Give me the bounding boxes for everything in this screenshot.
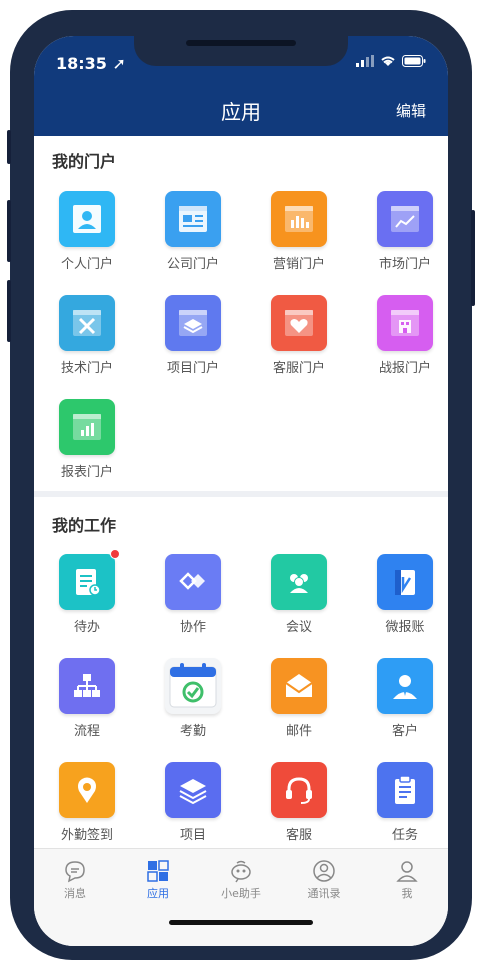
status-icons bbox=[356, 55, 426, 67]
portal-item-label: 市场门户 bbox=[378, 257, 431, 272]
work-item-meeting[interactable]: 会议 bbox=[254, 554, 344, 635]
section-divider bbox=[34, 491, 448, 497]
work-item-label: 客服 bbox=[285, 828, 312, 843]
tab-label: 通讯录 bbox=[307, 887, 341, 900]
line-chart-icon bbox=[377, 191, 433, 247]
portal-item-service[interactable]: 客服门户 bbox=[254, 295, 344, 376]
portal-item-reports[interactable]: 报表门户 bbox=[42, 399, 132, 480]
portal-item-market[interactable]: 市场门户 bbox=[360, 191, 448, 272]
tab-contacts[interactable]: 通讯录 bbox=[283, 857, 365, 901]
section-title-work: 我的工作 bbox=[52, 516, 117, 535]
bar-chart-icon bbox=[271, 191, 327, 247]
work-item-label: 项目 bbox=[179, 828, 206, 843]
tab-me[interactable]: 我 bbox=[366, 857, 448, 901]
tab-assistant[interactable]: 小e助手 bbox=[200, 857, 282, 901]
company-window-icon bbox=[165, 191, 221, 247]
headset-icon bbox=[271, 762, 327, 818]
meeting-people-icon bbox=[271, 554, 327, 610]
location-pin-icon bbox=[59, 762, 115, 818]
tab-apps[interactable]: 应用 bbox=[117, 857, 199, 901]
mute-switch bbox=[7, 130, 11, 164]
clipboard-icon bbox=[377, 762, 433, 818]
work-item-label: 待办 bbox=[73, 620, 100, 635]
status-time: 18:35 ➚ bbox=[56, 54, 126, 73]
work-item-mail[interactable]: 邮件 bbox=[254, 658, 344, 739]
tools-icon bbox=[59, 295, 115, 351]
customer-icon bbox=[377, 658, 433, 714]
report-chart-icon bbox=[59, 399, 115, 455]
work-item-label: 微报账 bbox=[385, 620, 425, 635]
mail-icon bbox=[271, 658, 327, 714]
work-item-label: 会议 bbox=[285, 620, 312, 635]
heart-icon bbox=[271, 295, 327, 351]
portal-item-project[interactable]: 项目门户 bbox=[148, 295, 238, 376]
signal-icon bbox=[356, 55, 374, 67]
tab-label: 应用 bbox=[147, 887, 169, 900]
power-button bbox=[471, 210, 475, 306]
work-item-label: 流程 bbox=[73, 724, 100, 739]
portal-item-label: 个人门户 bbox=[60, 257, 113, 272]
portal-item-marketing[interactable]: 营销门户 bbox=[254, 191, 344, 272]
work-item-label: 外勤签到 bbox=[60, 828, 113, 843]
work-item-label: 邮件 bbox=[285, 724, 312, 739]
contacts-icon bbox=[283, 857, 365, 885]
calendar-check-icon bbox=[165, 658, 221, 714]
bottom-tab-bar: 消息 应用 小e助手 通讯录 我 bbox=[34, 848, 448, 946]
portal-item-personal[interactable]: 个人门户 bbox=[42, 191, 132, 272]
todo-list-icon bbox=[59, 549, 120, 610]
building-icon bbox=[377, 295, 433, 351]
stack-icon bbox=[165, 762, 221, 818]
profile-icon bbox=[366, 857, 448, 885]
work-item-project[interactable]: 项目 bbox=[148, 762, 238, 843]
tab-label: 消息 bbox=[64, 887, 86, 900]
portal-item-tech[interactable]: 技术门户 bbox=[42, 295, 132, 376]
speaker-grille bbox=[186, 40, 296, 46]
apps-grid-icon bbox=[117, 857, 199, 885]
work-item-label: 考勤 bbox=[179, 724, 206, 739]
battery-icon bbox=[402, 55, 426, 67]
work-item-process[interactable]: 流程 bbox=[42, 658, 132, 739]
portal-item-report-news[interactable]: 战报门户 bbox=[360, 295, 448, 376]
tab-label: 小e助手 bbox=[221, 887, 261, 900]
page-title: 应用 bbox=[221, 100, 261, 124]
portal-item-label: 项目门户 bbox=[166, 361, 219, 376]
volume-up-button bbox=[7, 200, 11, 262]
portal-item-label: 公司门户 bbox=[166, 257, 219, 272]
portal-item-label: 技术门户 bbox=[60, 361, 113, 376]
work-item-expense[interactable]: 微报账 bbox=[360, 554, 448, 635]
work-item-service[interactable]: 客服 bbox=[254, 762, 344, 843]
portal-item-label: 客服门户 bbox=[272, 361, 325, 376]
work-item-label: 客户 bbox=[391, 724, 418, 739]
flowchart-icon bbox=[59, 658, 115, 714]
assistant-bot-icon bbox=[200, 857, 282, 885]
work-item-todo[interactable]: 待办 bbox=[42, 549, 132, 635]
work-item-label: 任务 bbox=[391, 828, 418, 843]
handshake-icon bbox=[165, 554, 221, 610]
wallet-icon bbox=[377, 554, 433, 610]
portal-item-label: 战报门户 bbox=[378, 361, 431, 376]
person-card-icon bbox=[59, 191, 115, 247]
work-item-collab[interactable]: 协作 bbox=[148, 554, 238, 635]
portal-item-label: 营销门户 bbox=[272, 257, 325, 272]
wifi-icon bbox=[381, 56, 395, 66]
work-item-field-checkin[interactable]: 外勤签到 bbox=[42, 762, 132, 843]
layers-icon bbox=[165, 295, 221, 351]
tab-label: 我 bbox=[401, 887, 413, 900]
home-indicator[interactable] bbox=[169, 920, 313, 925]
volume-down-button bbox=[7, 280, 11, 342]
work-item-task[interactable]: 任务 bbox=[360, 762, 448, 843]
notification-badge bbox=[110, 549, 120, 559]
portal-item-company[interactable]: 公司门户 bbox=[148, 191, 238, 272]
tab-messages[interactable]: 消息 bbox=[34, 857, 116, 901]
section-title-portal: 我的门户 bbox=[52, 152, 117, 171]
portal-item-label: 报表门户 bbox=[60, 465, 113, 480]
app-screen: 18:35 ➚ 应用 编辑 我的门户 个人门户 公司门户 营销门户 市场门户 技… bbox=[34, 36, 448, 946]
work-item-customer[interactable]: 客户 bbox=[360, 658, 448, 739]
chat-bubble-icon bbox=[34, 857, 116, 885]
work-item-attendance[interactable]: 考勤 bbox=[148, 658, 238, 739]
work-item-label: 协作 bbox=[179, 620, 206, 635]
edit-button[interactable]: 编辑 bbox=[396, 100, 426, 121]
